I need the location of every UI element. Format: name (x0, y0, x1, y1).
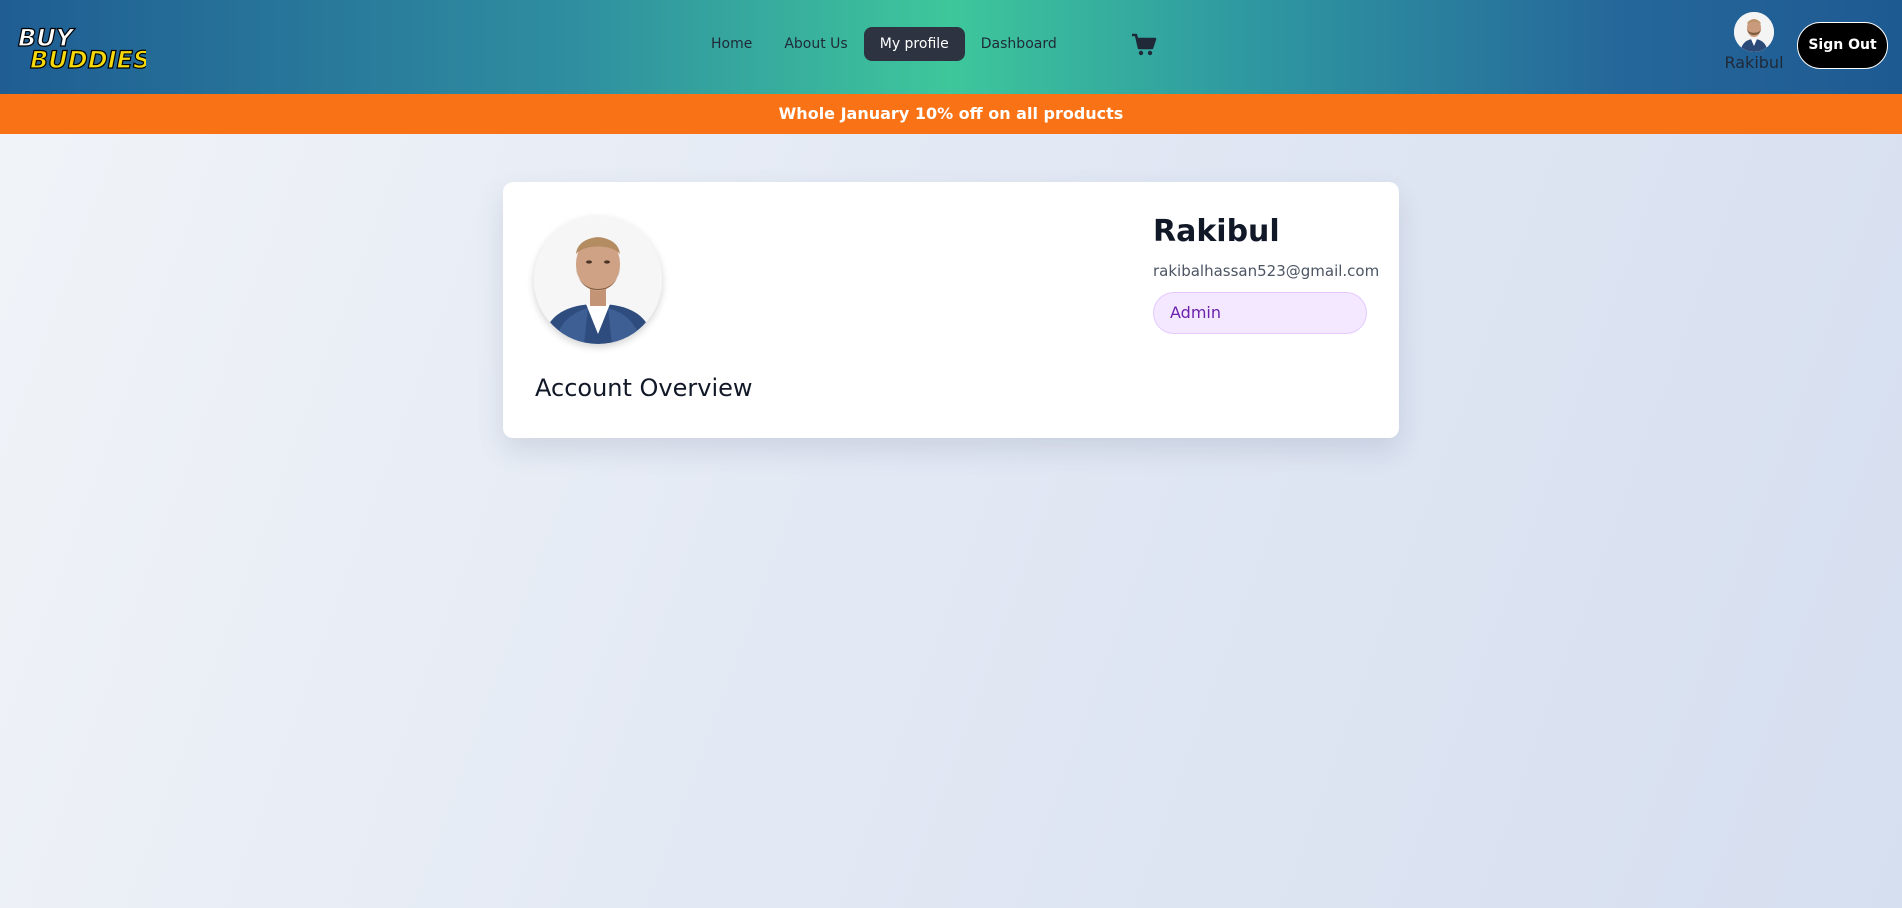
nav-my-profile[interactable]: My profile (863, 27, 965, 61)
section-title: Account Overview (535, 374, 753, 402)
profile-email: rakibalhassan523@gmail.com (1153, 262, 1380, 280)
profile-photo (534, 216, 662, 344)
buy-buddies-logo[interactable]: BUY BUDDIES (16, 22, 146, 74)
profile-portrait-image (534, 216, 662, 344)
profile-name: Rakibul (1153, 214, 1280, 249)
profile-card: Account Overview Rakibul rakibalhassan52… (503, 182, 1399, 438)
user-menu[interactable]: Rakibul (1724, 12, 1784, 72)
profile-info: Rakibul rakibalhassan523@gmail.com Admin (1153, 214, 1380, 334)
promo-banner: Whole January 10% off on all products (0, 94, 1902, 134)
top-navbar: BUY BUDDIES Home About Us My profile Das… (0, 0, 1902, 94)
nav-about-us[interactable]: About Us (768, 27, 863, 61)
promo-text: Whole January 10% off on all products (778, 104, 1124, 123)
avatar[interactable] (1734, 12, 1774, 52)
sign-out-button[interactable]: Sign Out (1797, 22, 1888, 69)
nav-home[interactable]: Home (695, 27, 768, 61)
user-name: Rakibul (1724, 53, 1784, 72)
main-nav: Home About Us My profile Dashboard (695, 26, 1073, 62)
svg-text:BUDDIES: BUDDIES (30, 46, 146, 74)
shopping-cart-icon[interactable] (1131, 33, 1157, 57)
nav-dashboard[interactable]: Dashboard (965, 27, 1073, 61)
role-badge: Admin (1153, 292, 1367, 334)
avatar-portrait-image (1734, 12, 1774, 52)
